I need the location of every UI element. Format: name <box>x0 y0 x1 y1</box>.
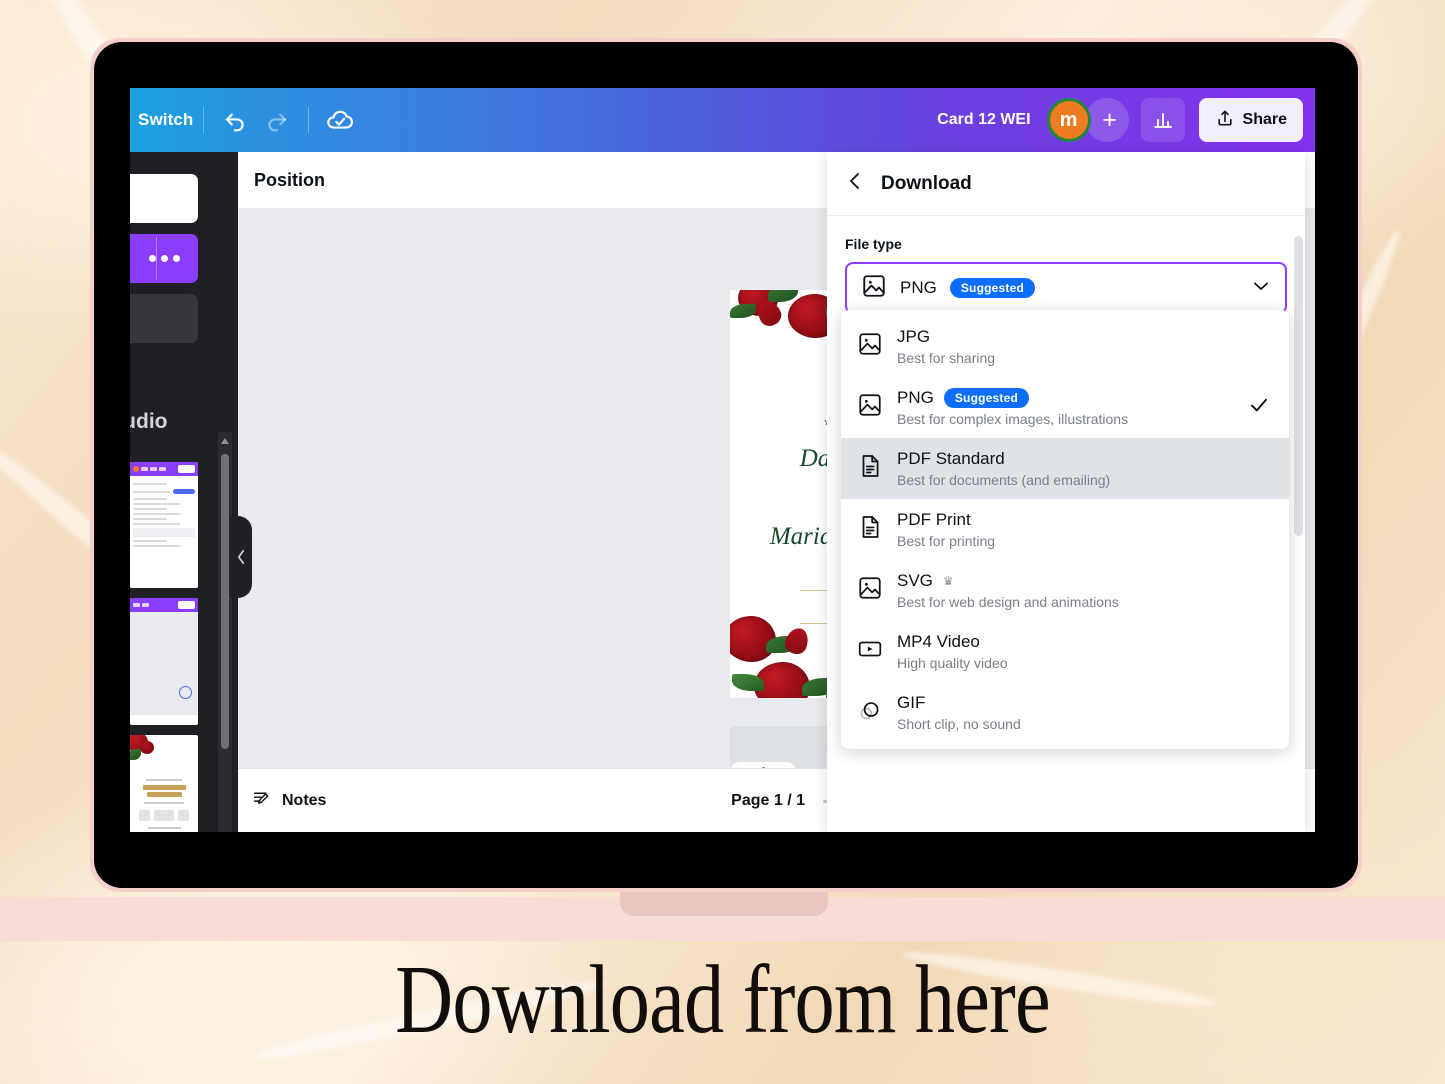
switch-button[interactable]: Switch <box>130 110 193 130</box>
check-icon <box>1247 393 1271 422</box>
gif-icon <box>857 697 883 728</box>
share-button[interactable]: Share <box>1199 98 1303 142</box>
collapse-panel-button[interactable] <box>230 516 252 598</box>
option-description: Best for documents (and emailing) <box>897 472 1271 488</box>
suggested-badge: Suggested <box>944 388 1029 408</box>
panel-card-dark[interactable] <box>130 294 198 343</box>
caption-text: Download from here <box>130 944 1315 1056</box>
option-name: MP4 Video <box>897 632 980 652</box>
scrollbar-thumb[interactable] <box>221 454 229 749</box>
option-description: Best for complex images, illustrations <box>897 411 1233 427</box>
share-upload-icon <box>1215 108 1235 133</box>
image-icon <box>857 331 883 362</box>
crown-icon: ♛ <box>943 574 954 588</box>
chevron-down-icon[interactable] <box>1251 276 1271 301</box>
file-type-option-mp4-video[interactable]: MP4 Video High quality video <box>841 621 1289 682</box>
position-button[interactable]: Position <box>254 170 325 191</box>
option-description: High quality video <box>897 655 1271 671</box>
cloud-check-icon[interactable] <box>319 99 361 141</box>
image-icon <box>861 273 887 304</box>
file-type-option-gif[interactable]: GIF Short clip, no sound <box>841 682 1289 743</box>
file-type-option-svg[interactable]: SVG ♛ Best for web design and animations <box>841 560 1289 621</box>
audio-section-label: Audio <box>130 410 167 434</box>
file-type-select[interactable]: PNG Suggested <box>845 262 1287 314</box>
option-name: GIF <box>897 693 925 713</box>
option-name: JPG <box>897 327 930 347</box>
notes-label: Notes <box>282 792 326 810</box>
image-icon <box>857 575 883 606</box>
option-name: SVG <box>897 571 933 591</box>
thumbnail-item[interactable] <box>130 462 198 588</box>
notes-button[interactable]: Notes <box>252 788 326 814</box>
notes-pencil-icon <box>252 788 273 814</box>
option-description: Short clip, no sound <box>897 716 1271 732</box>
file-type-selected-name: PNG <box>900 278 937 298</box>
page-indicator: Page 1 / 1 <box>731 792 805 810</box>
add-member-button[interactable]: + <box>1085 98 1129 142</box>
insights-chart-icon[interactable] <box>1141 98 1185 142</box>
option-description: Best for web design and animations <box>897 594 1271 610</box>
option-description: Best for sharing <box>897 350 1271 366</box>
option-name: PNG <box>897 388 934 408</box>
top-toolbar: Switch Card 12 WEI m + <box>130 88 1315 152</box>
file-type-option-pdf-print[interactable]: PDF Print Best for printing <box>841 499 1289 560</box>
download-panel-title: Download <box>881 173 972 195</box>
share-button-label: Share <box>1243 111 1287 129</box>
more-dots-icon[interactable] <box>149 255 180 262</box>
toolbar-divider-1 <box>203 107 204 133</box>
download-panel: Download File type PNG Suggested <box>827 152 1305 832</box>
scroll-up-arrow[interactable] <box>221 438 229 444</box>
thumbnail-item[interactable] <box>130 598 198 725</box>
document-title[interactable]: Card 12 WEI <box>937 111 1030 129</box>
download-panel-scrollbar[interactable] <box>1294 236 1303 806</box>
video-icon <box>857 636 883 667</box>
file-type-option-png[interactable]: PNG Suggested Best for complex images, i… <box>841 377 1289 438</box>
panel-scrollbar[interactable] <box>218 432 232 832</box>
panel-card-white[interactable] <box>130 174 198 223</box>
file-type-dropdown-menu: JPG Best for sharing PNG Suggested <box>841 310 1289 749</box>
suggested-badge: Suggested <box>950 278 1035 298</box>
document-icon <box>857 514 883 545</box>
chevron-left-icon[interactable] <box>845 171 865 196</box>
file-type-option-jpg[interactable]: JPG Best for sharing <box>841 316 1289 377</box>
toolbar-divider-2 <box>308 107 309 133</box>
avatar[interactable]: m <box>1047 98 1091 142</box>
redo-icon[interactable] <box>256 99 298 141</box>
thumbnail-item[interactable] <box>130 735 198 832</box>
file-type-label: File type <box>845 236 1287 252</box>
image-icon <box>857 392 883 423</box>
left-tool-panel: Audio <box>130 152 238 832</box>
undo-icon[interactable] <box>214 99 256 141</box>
panel-card-purple[interactable] <box>130 234 198 283</box>
option-description: Best for printing <box>897 533 1271 549</box>
document-icon <box>857 453 883 484</box>
file-type-option-pdf-standard[interactable]: PDF Standard Best for documents (and ema… <box>841 438 1289 499</box>
app-screen: Switch Card 12 WEI m + <box>130 88 1315 832</box>
option-name: PDF Print <box>897 510 971 530</box>
option-name: PDF Standard <box>897 449 1005 469</box>
download-panel-header: Download <box>827 152 1305 216</box>
download-panel-body: File type PNG Suggested <box>827 216 1305 314</box>
